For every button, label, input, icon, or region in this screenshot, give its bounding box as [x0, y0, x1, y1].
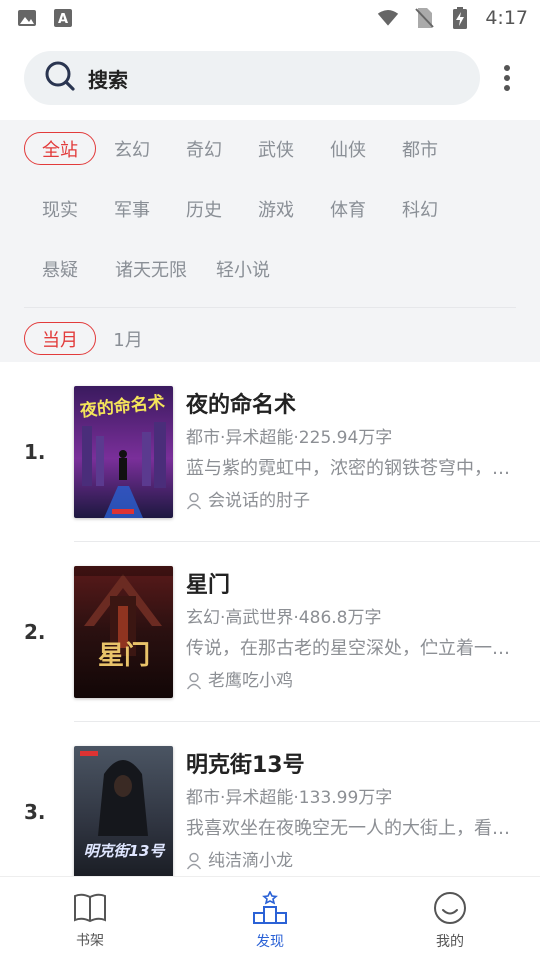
book-author: 老鹰吃小鸡	[186, 668, 516, 694]
category-tag[interactable]: 诸天无限	[96, 252, 206, 285]
book-title: 星门	[186, 572, 231, 598]
book-author: 会说话的肘子	[186, 488, 516, 514]
category-tag[interactable]: 都市	[384, 132, 456, 165]
category-tag[interactable]: 仙侠	[312, 132, 384, 165]
category-tag[interactable]: 历史	[168, 192, 240, 225]
book-info: 星门 玄幻·高武世界·486.8万字 传说，在那古老的星空深处，伫立着一道血与火…	[186, 571, 516, 694]
filter-divider	[24, 307, 516, 308]
list-item[interactable]: 2. 星门 星门 玄幻·高武世界·486.8万字 传说，在那古老的星空深处，伫立…	[0, 542, 540, 722]
cover-title: 星门	[98, 641, 150, 671]
search-header: 搜索	[0, 36, 540, 120]
period-tag[interactable]: 当月	[24, 322, 96, 355]
nav-bookshelf[interactable]: 书架	[0, 877, 180, 960]
period-tags: 当月 1月	[24, 322, 516, 355]
category-tag[interactable]: 悬疑	[24, 252, 96, 285]
rank-number: 2.	[24, 620, 46, 644]
person-icon	[186, 492, 202, 509]
author-name: 老鹰吃小鸡	[208, 670, 293, 691]
list-item[interactable]: 3. 明克街13号 明克街13号 都市·异术超能·133.99万字 我喜欢坐在夜…	[0, 722, 540, 876]
nav-label: 我的	[436, 933, 464, 950]
period-tag[interactable]: 1月	[96, 322, 160, 355]
nav-label: 发现	[256, 933, 284, 950]
bottom-navigation: 书架 发现 我的	[0, 876, 540, 960]
image-icon	[16, 7, 38, 29]
book-title: 夜的命名术	[186, 392, 297, 418]
book-title: 明克街13号	[186, 752, 305, 778]
book-meta: 都市·异术超能·225.94万字	[186, 427, 393, 448]
person-icon	[186, 852, 202, 869]
category-tag[interactable]: 现实	[24, 192, 96, 225]
book-info: 明克街13号 都市·异术超能·133.99万字 我喜欢坐在夜晚空无一人的大街上，…	[186, 751, 516, 874]
book-meta: 都市·异术超能·133.99万字	[186, 787, 393, 808]
book-cover: 明克街13号	[74, 746, 173, 876]
cover-title: 明克街13号	[84, 842, 167, 860]
nav-label: 书架	[76, 932, 104, 949]
wifi-icon	[377, 7, 399, 29]
category-tag[interactable]: 体育	[312, 192, 384, 225]
book-description: 传说，在那古老的星空深处，伫立着一道血与火侵染的...	[186, 637, 516, 659]
book-author: 纯洁滴小龙	[186, 848, 516, 874]
rank-number: 1.	[24, 440, 46, 464]
book-description: 蓝与紫的霓虹中，浓密的钢铁苍穹中，数据洪流的前端...	[186, 457, 516, 479]
battery-charging-icon	[449, 7, 471, 29]
category-tag[interactable]: 军事	[96, 192, 168, 225]
book-info: 夜的命名术 都市·异术超能·225.94万字 蓝与紫的霓虹中，浓密的钢铁苍穹中，…	[186, 391, 516, 514]
filter-panel: 全站 玄幻 奇幻 武侠 仙侠 都市 现实 军事 历史 游戏 体育 科幻 悬疑 诸…	[0, 120, 540, 362]
nav-discover[interactable]: 发现	[180, 877, 360, 960]
profile-smile-icon	[434, 891, 466, 924]
author-name: 会说话的肘子	[208, 490, 310, 511]
ranking-list: 1. 夜的命名术 夜的命名术 都市·异术超能·225.94万字 蓝与紫的霓虹中，…	[0, 362, 540, 876]
bookshelf-icon	[74, 893, 106, 922]
rank-number: 3.	[24, 800, 46, 824]
more-options-button[interactable]	[492, 58, 522, 98]
category-tag[interactable]: 武侠	[240, 132, 312, 165]
svg-text:A: A	[58, 12, 68, 27]
book-cover: 星门	[74, 566, 173, 698]
status-bar: A 4:17	[0, 0, 540, 36]
person-icon	[186, 672, 202, 689]
category-tag[interactable]: 轻小说	[206, 252, 280, 285]
author-name: 纯洁滴小龙	[208, 850, 293, 871]
search-icon	[44, 60, 76, 96]
no-sim-icon	[413, 7, 435, 29]
category-tags: 全站 玄幻 奇幻 武侠 仙侠 都市 现实 军事 历史 游戏 体育 科幻 悬疑 诸…	[24, 132, 516, 285]
book-cover: 夜的命名术	[74, 386, 173, 518]
category-tag[interactable]: 游戏	[240, 192, 312, 225]
font-app-icon: A	[52, 7, 74, 29]
book-description: 我喜欢坐在夜晚空无一人的大街上，看着它的寂静与空...	[186, 817, 516, 839]
category-tag[interactable]: 玄幻	[96, 132, 168, 165]
nav-profile[interactable]: 我的	[360, 877, 540, 960]
list-item[interactable]: 1. 夜的命名术 夜的命名术 都市·异术超能·225.94万字 蓝与紫的霓虹中，…	[0, 362, 540, 542]
search-label: 搜索	[88, 67, 128, 92]
search-bar[interactable]: 搜索	[24, 51, 480, 105]
category-tag[interactable]: 奇幻	[168, 132, 240, 165]
category-tag[interactable]: 科幻	[384, 192, 456, 225]
status-time: 4:17	[485, 7, 528, 29]
discover-podium-icon	[253, 890, 287, 924]
book-meta: 玄幻·高武世界·486.8万字	[186, 607, 382, 628]
more-vertical-icon	[504, 65, 510, 91]
category-tag[interactable]: 全站	[24, 132, 96, 165]
